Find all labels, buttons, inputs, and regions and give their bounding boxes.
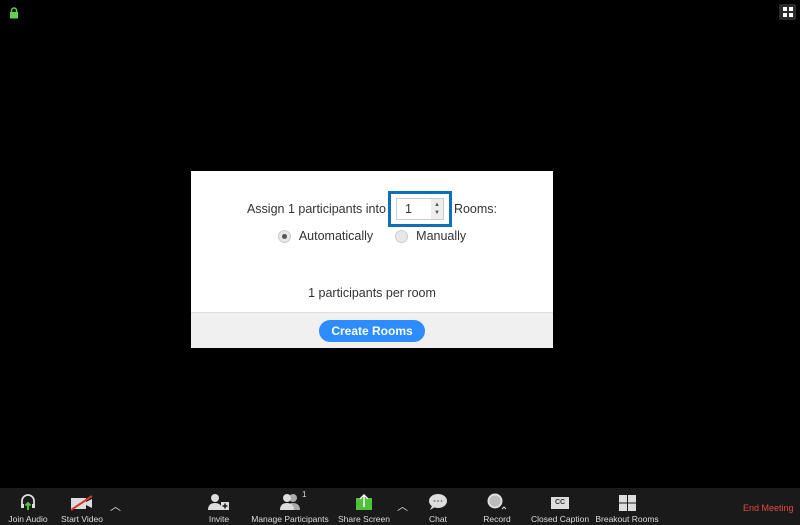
invite-button[interactable]: Invite <box>204 488 234 525</box>
invite-icon <box>208 494 229 510</box>
participants-icon <box>280 494 300 510</box>
headphones-icon <box>21 494 35 510</box>
dialog-footer: Create Rooms <box>191 312 553 348</box>
share-options-chevron-icon[interactable]: ︿ <box>397 498 408 514</box>
rooms-count-value[interactable]: 1 <box>397 202 431 216</box>
assign-label: Assign 1 participants into <box>246 202 386 216</box>
radio-checked-icon[interactable] <box>277 229 291 243</box>
join-audio-button[interactable]: Join Audio <box>8 488 48 525</box>
breakout-rooms-dialog: Assign 1 participants into 1 ▲ ▼ Rooms: … <box>191 171 553 348</box>
rooms-label: Rooms: <box>453 202 498 216</box>
cc-icon: CC <box>551 497 569 509</box>
create-rooms-button[interactable]: Create Rooms <box>319 319 425 342</box>
rooms-count-stepper[interactable]: 1 ▲ ▼ <box>395 198 444 220</box>
video-off-icon <box>70 495 93 511</box>
radio-automatically[interactable]: Automatically <box>277 229 374 243</box>
manage-participants-button[interactable]: Manage Participants 1 <box>250 488 330 525</box>
start-video-button[interactable]: Start Video <box>60 488 104 525</box>
record-button[interactable]: Record <box>482 488 512 525</box>
increment-icon[interactable]: ▲ <box>434 201 440 209</box>
radio-manually[interactable]: Manually <box>395 229 466 243</box>
chat-button[interactable]: Chat <box>426 488 450 525</box>
radio-manually-label: Manually <box>416 229 467 243</box>
chat-bubble-icon <box>429 494 447 510</box>
fullscreen-button[interactable] <box>779 4 796 20</box>
video-options-chevron-icon[interactable]: ︿ <box>110 498 121 514</box>
assign-mode-group: Automatically Manually <box>191 229 553 243</box>
share-screen-icon <box>356 493 372 510</box>
closed-caption-button[interactable]: CC Closed Caption <box>530 488 590 525</box>
end-meeting-button[interactable]: End Meeting <box>743 503 794 513</box>
record-icon <box>487 493 507 510</box>
breakout-rooms-button[interactable]: Breakout Rooms <box>595 488 659 525</box>
meeting-toolbar: Join Audio Start Video ︿ Invite Manage P… <box>0 488 800 525</box>
participant-count-badge: 1 <box>302 490 307 499</box>
radio-automatically-label: Automatically <box>298 229 374 243</box>
lock-icon <box>9 6 19 19</box>
fullscreen-icon <box>782 7 793 17</box>
radio-unchecked-icon[interactable] <box>395 229 409 243</box>
decrement-icon[interactable]: ▼ <box>434 209 440 217</box>
assign-row: Assign 1 participants into 1 ▲ ▼ Rooms: <box>191 191 553 227</box>
rooms-spinner-focus: 1 ▲ ▼ <box>387 191 452 227</box>
breakout-rooms-icon <box>618 495 636 511</box>
share-screen-button[interactable]: Share Screen <box>338 488 390 525</box>
per-room-text: 1 participants per room <box>308 286 436 300</box>
